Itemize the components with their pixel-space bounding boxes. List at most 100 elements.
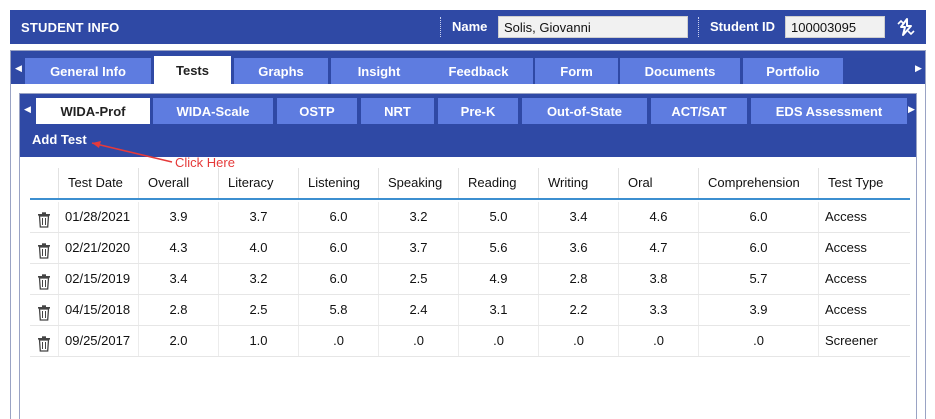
table-cell: Access xyxy=(825,209,867,224)
table-cell: Access xyxy=(825,302,867,317)
delete-trash-icon[interactable] xyxy=(37,240,51,259)
table-cell: 3.3 xyxy=(619,295,699,325)
sub-scroll-left-icon[interactable]: ◀ xyxy=(24,104,31,115)
tab-act-sat[interactable]: ACT/SAT xyxy=(651,98,747,124)
add-test-link[interactable]: Add Test xyxy=(32,132,87,147)
table-cell: 3.9 xyxy=(139,202,219,232)
table-cell: 6.0 xyxy=(299,264,379,294)
table-cell: 3.7 xyxy=(219,202,299,232)
table-cell: 01/28/2021 xyxy=(59,202,139,232)
table-cell: 3.8 xyxy=(619,264,699,294)
table-cell: 04/15/2018 xyxy=(59,295,139,325)
table-cell: 6.0 xyxy=(299,202,379,232)
delete-trash-icon[interactable] xyxy=(37,209,51,228)
tab-eds-assessment[interactable]: EDS Assessment xyxy=(751,98,907,124)
table-cell: .0 xyxy=(379,326,459,356)
table-row: 01/28/2021 3.9 3.7 6.0 3.2 5.0 3.4 4.6 6.0 Access xyxy=(30,202,910,233)
table-cell: .0 xyxy=(299,326,379,356)
add-test-bar: Add Test xyxy=(20,124,916,157)
student-id-label: Student ID xyxy=(710,19,775,34)
name-label: Name xyxy=(452,19,488,34)
column-header: Test Date xyxy=(59,168,139,198)
table-row: 02/15/2019 3.4 3.2 6.0 2.5 4.9 2.8 3.8 5.7 Access xyxy=(30,264,910,295)
table-cell: 3.2 xyxy=(219,264,299,294)
header-title: STUDENT INFO xyxy=(21,19,120,35)
scroll-right-icon[interactable]: ▶ xyxy=(915,63,922,74)
sub-scroll-right-icon[interactable]: ▶ xyxy=(908,104,915,115)
table-cell: 2.5 xyxy=(379,264,459,294)
row-actions-cell xyxy=(30,295,59,325)
table-cell: 3.1 xyxy=(459,295,539,325)
column-header: Speaking xyxy=(379,168,459,198)
tab-general-info[interactable]: General Info xyxy=(25,58,151,84)
column-header: Listening xyxy=(299,168,379,198)
row-actions-cell xyxy=(30,202,59,232)
table-cell: Access xyxy=(825,271,867,286)
column-header: Writing xyxy=(539,168,619,198)
table-cell: 2.8 xyxy=(539,264,619,294)
name-field[interactable]: Solis, Giovanni xyxy=(498,16,688,38)
table-cell: Access xyxy=(825,240,867,255)
tab-wida-prof[interactable]: WIDA-Prof xyxy=(36,98,150,124)
table-header: Test Date Overall Literacy Listening Spe… xyxy=(30,168,910,200)
header-separator xyxy=(440,17,441,37)
column-header: Test Type xyxy=(828,175,884,190)
table-cell: 6.0 xyxy=(299,233,379,263)
delete-trash-icon[interactable] xyxy=(37,333,51,352)
row-actions-cell xyxy=(30,264,59,294)
table-cell: Screener xyxy=(825,333,878,348)
tab-form[interactable]: Form xyxy=(535,58,618,84)
table-cell: 4.7 xyxy=(619,233,699,263)
tab-out-of-state[interactable]: Out-of-State xyxy=(522,98,647,124)
table-cell: 3.2 xyxy=(379,202,459,232)
table-cell: .0 xyxy=(539,326,619,356)
wida-panel: ◀ WIDA-Prof WIDA-Scale OSTP NRT Pre-K Ou… xyxy=(19,93,917,419)
row-actions-cell xyxy=(30,326,59,356)
column-header-actions xyxy=(30,168,59,198)
table-cell: 2.2 xyxy=(539,295,619,325)
table-cell: 3.6 xyxy=(539,233,619,263)
table-cell: 5.8 xyxy=(299,295,379,325)
table-row: 04/15/2018 2.8 2.5 5.8 2.4 3.1 2.2 3.3 3.9 Access xyxy=(30,295,910,326)
tab-wida-scale[interactable]: WIDA-Scale xyxy=(153,98,273,124)
table-cell: 2.8 xyxy=(139,295,219,325)
scroll-left-icon[interactable]: ◀ xyxy=(15,63,22,74)
sub-tab-bar: ◀ WIDA-Prof WIDA-Scale OSTP NRT Pre-K Ou… xyxy=(20,94,916,124)
table-cell: .0 xyxy=(459,326,539,356)
table-cell: 6.0 xyxy=(699,233,819,263)
tab-documents[interactable]: Documents xyxy=(620,58,740,84)
table-cell: .0 xyxy=(699,326,819,356)
delete-trash-icon[interactable] xyxy=(37,271,51,290)
tab-tests[interactable]: Tests xyxy=(154,56,231,84)
table-row: 09/25/2017 2.0 1.0.0.0.0.0.0.0 Screener xyxy=(30,326,910,357)
tests-panel: ◀ General Info Tests Graphs Insight Feed… xyxy=(10,50,926,419)
table-cell: 5.0 xyxy=(459,202,539,232)
table-cell: 4.9 xyxy=(459,264,539,294)
student-id-field[interactable]: 100003095 xyxy=(785,16,885,38)
table-cell: 02/15/2019 xyxy=(59,264,139,294)
tab-insight[interactable]: Insight xyxy=(331,58,427,84)
tab-feedback[interactable]: Feedback xyxy=(424,58,533,84)
tab-portfolio[interactable]: Portfolio xyxy=(743,58,843,84)
table-cell: 1.0 xyxy=(219,326,299,356)
row-actions-cell xyxy=(30,233,59,263)
delete-trash-icon[interactable] xyxy=(37,302,51,321)
table-cell: 2.5 xyxy=(219,295,299,325)
table-cell: 3.4 xyxy=(539,202,619,232)
tab-nrt[interactable]: NRT xyxy=(361,98,434,124)
tab-graphs[interactable]: Graphs xyxy=(234,58,328,84)
table-cell: 2.4 xyxy=(379,295,459,325)
table-cell: 09/25/2017 xyxy=(59,326,139,356)
tab-ostp[interactable]: OSTP xyxy=(277,98,357,124)
column-header: Reading xyxy=(459,168,539,198)
table-cell: 4.6 xyxy=(619,202,699,232)
table-cell: 5.7 xyxy=(699,264,819,294)
swap-student-icon[interactable] xyxy=(895,16,917,38)
table-cell: 4.3 xyxy=(139,233,219,263)
click-here-annotation: Click Here xyxy=(175,155,235,170)
table-cell: 3.7 xyxy=(379,233,459,263)
table-cell: 3.4 xyxy=(139,264,219,294)
tab-pre-k[interactable]: Pre-K xyxy=(438,98,518,124)
column-header: Overall xyxy=(139,168,219,198)
main-tab-bar: ◀ General Info Tests Graphs Insight Feed… xyxy=(11,51,925,84)
